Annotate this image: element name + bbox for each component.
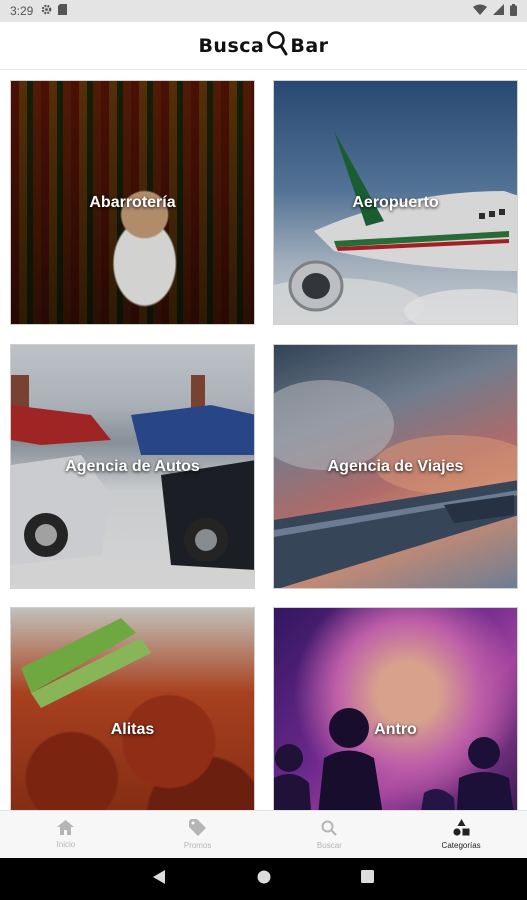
nav-label: Categorías [441,841,481,850]
app-header: Busca Bar [0,22,527,70]
logo-text-left: Busca [198,34,265,57]
category-label: Agencia de Autos [65,457,200,475]
home-circle-icon[interactable] [257,870,271,889]
app-screen: 3:29 Busca Bar Abarrotería Aeropuerto Ag… [0,0,527,900]
nav-item-buscar[interactable]: Buscar [264,811,396,858]
category-card-agencia-de-viajes[interactable]: Agencia de Viajes [273,344,518,589]
nav-item-inicio[interactable]: Inicio [0,811,132,858]
status-bar: 3:29 [0,0,527,22]
system-navigation-bar [0,858,527,900]
battery-icon [510,3,517,19]
home-icon [57,820,75,840]
magnifier-logo-icon [266,30,288,61]
category-label: Abarrotería [89,193,176,211]
category-card-agencia-de-autos[interactable]: Agencia de Autos [10,344,255,589]
category-label: Agencia de Viajes [327,457,464,475]
recents-icon[interactable] [361,870,374,888]
category-card-alitas[interactable]: Alitas [10,607,255,810]
logo-text-right: Bar [290,34,329,57]
categories-icon [453,819,470,841]
signal-icon [493,4,504,18]
bottom-navigation: Inicio Promos Buscar Categorías [0,810,527,858]
category-card-aeropuerto[interactable]: Aeropuerto [273,80,518,325]
nav-label: Promos [183,841,212,850]
category-grid: Abarrotería Aeropuerto Agencia de Autos … [0,70,527,810]
app-logo: Busca Bar [198,30,328,61]
wifi-icon [473,4,487,18]
nav-label: Buscar [316,840,342,850]
category-card-antro[interactable]: Antro [273,607,518,810]
nav-label: Inicio [56,840,76,849]
search-icon [321,820,338,841]
nav-item-promos[interactable]: Promos [132,811,264,858]
sd-card-icon [58,4,68,18]
status-time: 3:29 [10,4,34,18]
category-label: Aeropuerto [352,193,439,211]
nav-item-categorias[interactable]: Categorías [395,811,527,858]
status-right [473,3,517,19]
category-card-abarroteria[interactable]: Abarrotería [10,80,255,325]
tag-icon [189,819,207,841]
gear-icon [41,4,52,18]
category-label: Antro [374,720,417,738]
category-label: Alitas [110,720,155,738]
back-icon[interactable] [153,869,167,889]
